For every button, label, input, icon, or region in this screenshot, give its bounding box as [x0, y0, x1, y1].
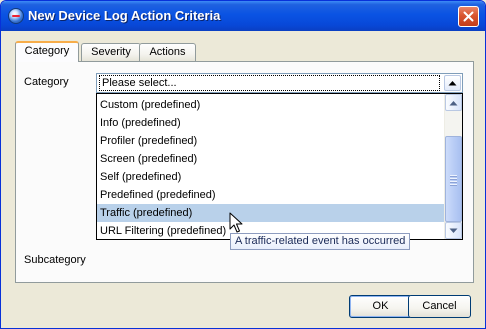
category-select-value: Please select...	[99, 75, 440, 91]
arrow-up-icon	[449, 100, 458, 105]
tab-severity[interactable]: Severity	[81, 43, 141, 61]
list-item[interactable]: Profiler (predefined)	[97, 132, 446, 150]
cancel-button[interactable]: Cancel	[408, 295, 471, 318]
scroll-down-button[interactable]	[445, 222, 462, 239]
category-select[interactable]: Please select...	[96, 73, 463, 93]
dialog-window: New Device Log Action Criteria Category …	[0, 0, 486, 329]
dropdown-items: Custom (predefined) Info (predefined) Pr…	[97, 96, 446, 239]
list-item[interactable]: Screen (predefined)	[97, 150, 446, 168]
mouse-pointer-icon	[229, 212, 243, 233]
arrow-down-icon	[449, 228, 458, 233]
close-icon	[463, 11, 474, 22]
list-item[interactable]: Info (predefined)	[97, 114, 446, 132]
subcategory-label: Subcategory	[24, 254, 86, 266]
category-dropdown-list[interactable]: Custom (predefined) Info (predefined) Pr…	[96, 93, 463, 240]
chevron-up-icon	[448, 81, 457, 86]
scroll-up-button[interactable]	[445, 94, 462, 111]
vertical-scrollbar[interactable]	[444, 94, 462, 239]
tab-category[interactable]: Category	[15, 41, 79, 62]
scroll-thumb[interactable]	[445, 136, 462, 222]
list-item[interactable]: Custom (predefined)	[97, 96, 446, 114]
category-select-toggle[interactable]	[444, 75, 461, 91]
list-item[interactable]: Self (predefined)	[97, 168, 446, 186]
ok-button[interactable]: OK	[349, 295, 412, 318]
close-button[interactable]	[458, 6, 479, 27]
tab-actions[interactable]: Actions	[139, 43, 196, 61]
list-item[interactable]: Predefined (predefined)	[97, 186, 446, 204]
tooltip: A traffic-related event has occurred	[230, 233, 411, 250]
window-title: New Device Log Action Criteria	[28, 8, 221, 23]
title-bar[interactable]: New Device Log Action Criteria	[1, 1, 485, 31]
category-label: Category	[24, 76, 69, 88]
list-item-hovered[interactable]: Traffic (predefined)	[97, 204, 446, 222]
app-icon	[8, 8, 24, 24]
